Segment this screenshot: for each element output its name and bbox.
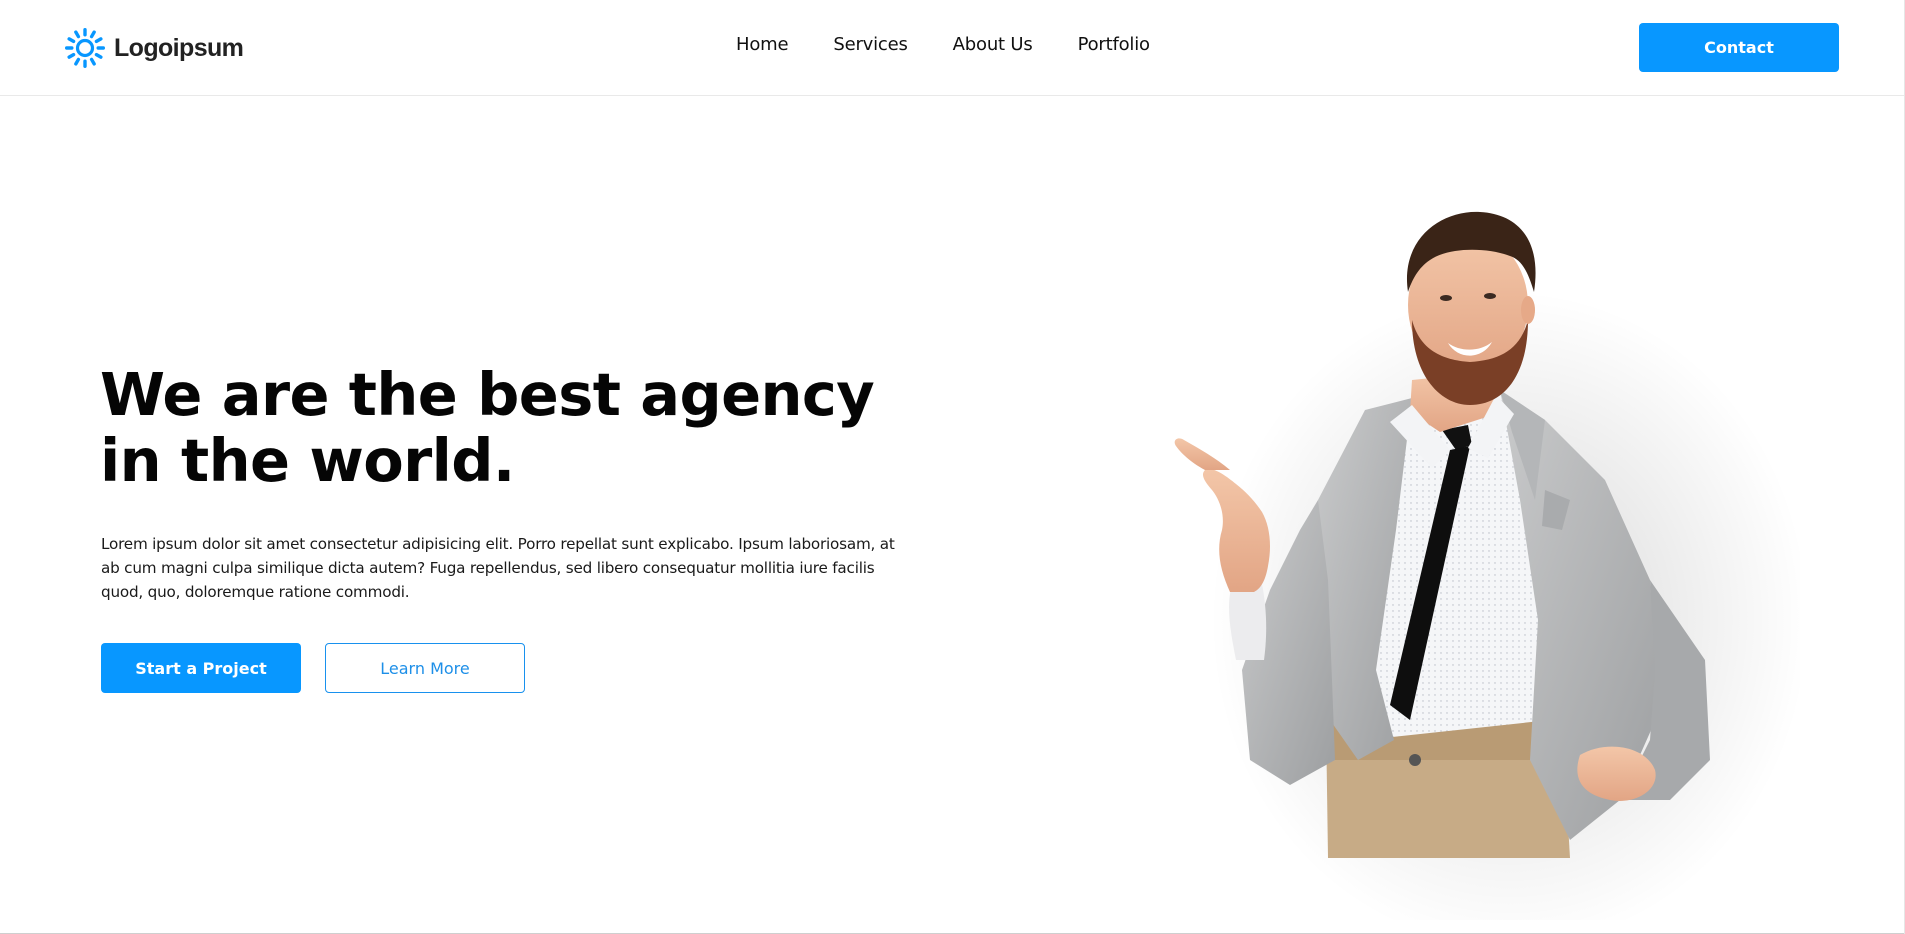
man-in-suit-pointing-illustration xyxy=(1150,200,1800,920)
landing-page: Logoipsum Home Services About Us Portfol… xyxy=(0,0,1905,934)
start-project-button[interactable]: Start a Project xyxy=(101,643,301,693)
nav-item-portfolio[interactable]: Portfolio xyxy=(1078,34,1150,55)
main-nav: Home Services About Us Portfolio xyxy=(736,34,1150,55)
contact-button[interactable]: Contact xyxy=(1639,23,1839,72)
site-header: Logoipsum Home Services About Us Portfol… xyxy=(0,0,1905,96)
nav-item-home[interactable]: Home xyxy=(736,34,789,55)
learn-more-button[interactable]: Learn More xyxy=(325,643,525,693)
brand-logo[interactable]: Logoipsum xyxy=(64,27,244,69)
hero-title: We are the best agency in the world. xyxy=(100,360,875,495)
brand-name: Logoipsum xyxy=(114,33,244,62)
sunburst-logo-icon xyxy=(64,27,106,69)
nav-item-services[interactable]: Services xyxy=(833,34,908,55)
hero-description: Lorem ipsum dolor sit amet consectetur a… xyxy=(101,535,895,601)
nav-item-about-us[interactable]: About Us xyxy=(953,34,1033,55)
